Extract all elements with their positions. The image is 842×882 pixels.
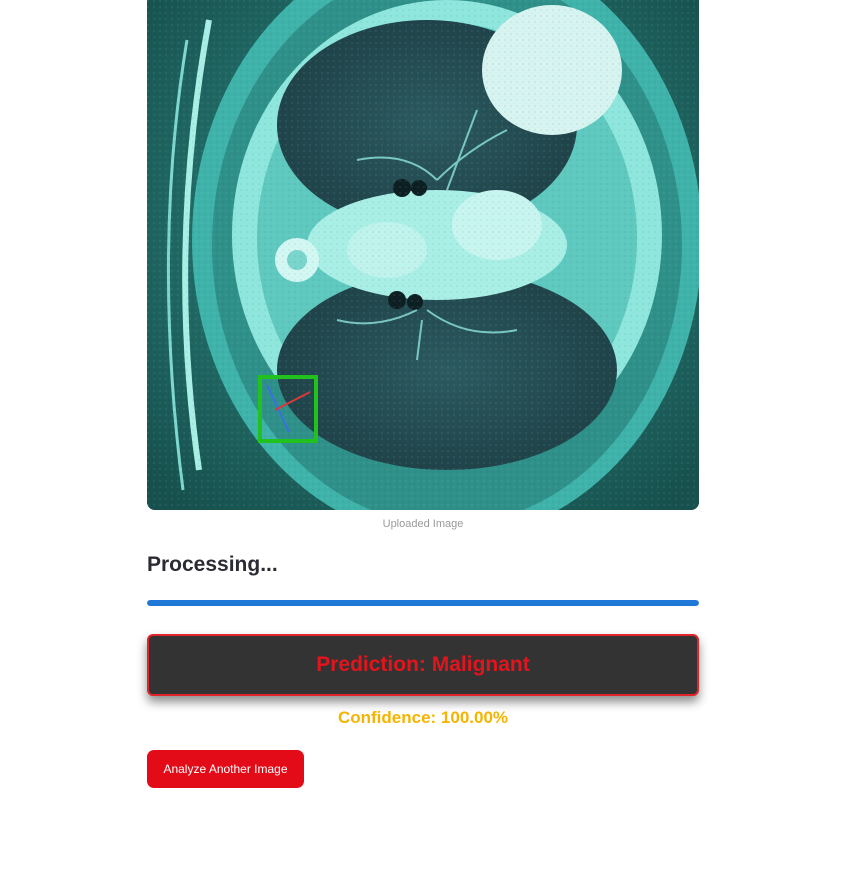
analyze-another-image-button[interactable]: Analyze Another Image xyxy=(147,750,304,788)
prediction-result-box: Prediction: Malignant xyxy=(147,634,699,696)
prediction-text: Prediction: Malignant xyxy=(316,653,530,676)
confidence-text: Confidence: 100.00% xyxy=(337,708,509,727)
processing-label: Processing... xyxy=(147,553,278,576)
progress-bar xyxy=(147,600,699,606)
progress-bar-fill xyxy=(147,600,699,606)
uploaded-ct-image xyxy=(147,0,699,510)
image-caption: Uploaded Image xyxy=(382,518,464,530)
ct-scan-icon xyxy=(147,0,699,510)
app-main: Uploaded Image Processing... Prediction:… xyxy=(0,0,842,882)
